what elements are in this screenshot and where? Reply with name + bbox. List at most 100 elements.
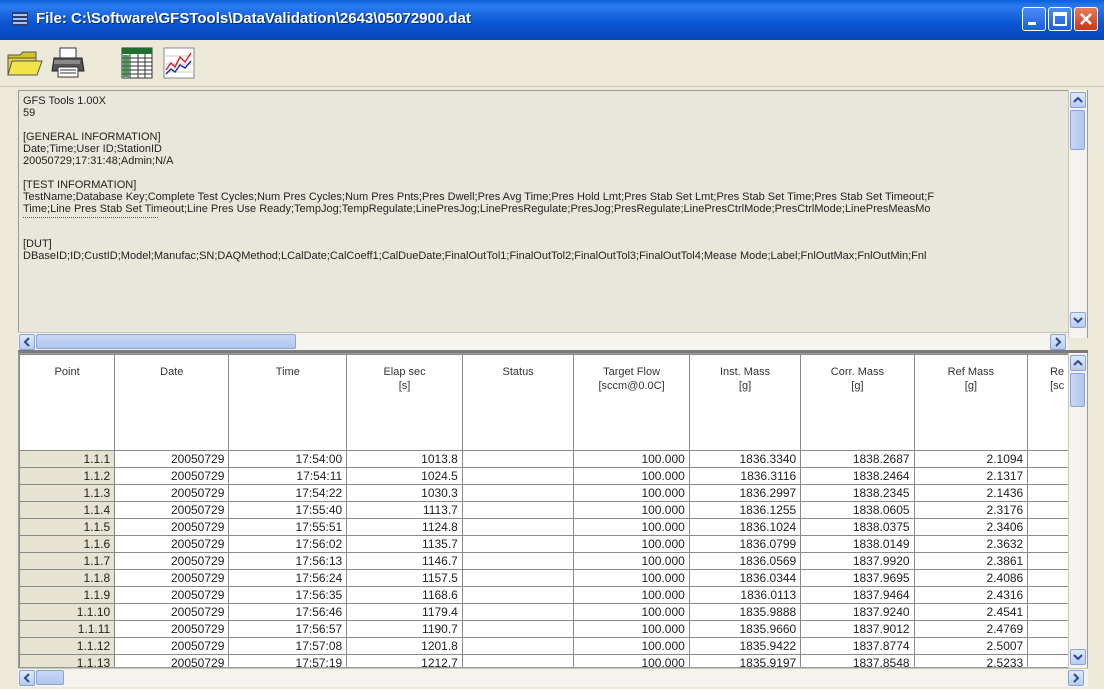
point-cell[interactable]: 1.1.2 (19, 467, 116, 485)
table-cell[interactable] (461, 501, 575, 519)
table-cell[interactable]: 20050729 (114, 467, 230, 485)
table-cell[interactable]: 1838.0149 (800, 535, 915, 553)
table-cell[interactable]: 1837.8548 (800, 654, 915, 667)
point-cell[interactable]: 1.1.8 (19, 569, 116, 587)
table-cell[interactable]: 1838.0605 (800, 501, 915, 519)
table-cell[interactable]: 100.000 (573, 467, 690, 485)
point-cell[interactable]: 1.1.11 (19, 620, 116, 638)
table-cell[interactable]: 1836.1024 (688, 518, 802, 536)
table-cell[interactable]: 1836.0799 (688, 535, 802, 553)
table-cell[interactable] (461, 654, 575, 667)
table-cell[interactable]: 1836.1255 (688, 501, 802, 519)
table-cell[interactable]: 17:54:22 (228, 484, 348, 502)
table-row[interactable]: 1.1.12 20050729 17:57:08 1201.8 100.000 1835.… (19, 637, 1087, 655)
table-cell[interactable] (461, 552, 575, 570)
table-cell[interactable]: 1024.5 (346, 467, 463, 485)
table-cell[interactable]: 1837.9240 (800, 603, 915, 621)
point-cell[interactable]: 1.1.13 (19, 654, 116, 667)
column-header[interactable]: Inst. Mass [g] (688, 354, 802, 451)
table-cell[interactable]: 1179.4 (346, 603, 463, 621)
point-cell[interactable]: 1.1.3 (19, 484, 116, 502)
table-cell[interactable]: 1837.9920 (800, 552, 915, 570)
table-row[interactable]: 1.1.10 20050729 17:56:46 1179.4 100.000 1835.… (19, 603, 1087, 621)
table-cell[interactable]: 100.000 (573, 484, 690, 502)
table-cell[interactable]: 2.1317 (913, 467, 1029, 485)
table-cell[interactable]: 1168.6 (346, 586, 463, 604)
table-cell[interactable]: 2.3632 (913, 535, 1029, 553)
table-cell[interactable]: 100.000 (573, 620, 690, 638)
table-cell[interactable]: 1835.9422 (688, 637, 802, 655)
table-cell[interactable]: 1837.9695 (800, 569, 915, 587)
minimize-button[interactable] (1022, 7, 1046, 31)
table-vertical-thumb[interactable] (1070, 373, 1085, 407)
table-cell[interactable] (461, 484, 575, 502)
table-cell[interactable]: 1212.7 (346, 654, 463, 667)
table-cell[interactable]: 1013.8 (346, 450, 463, 468)
table-cell[interactable]: 20050729 (114, 484, 230, 502)
scroll-right-icon[interactable] (1068, 670, 1084, 686)
table-cell[interactable] (461, 620, 575, 638)
table-cell[interactable] (461, 535, 575, 553)
info-pane[interactable]: GFS Tools 1.00X 59 [GENERAL INFORMATION]… (18, 90, 1088, 338)
table-cell[interactable]: 2.4769 (913, 620, 1029, 638)
point-cell[interactable]: 1.1.1 (19, 450, 116, 468)
table-row[interactable]: 1.1.13 20050729 17:57:19 1212.7 100.000 1835.… (19, 654, 1087, 667)
table-cell[interactable]: 20050729 (114, 535, 230, 553)
point-cell[interactable]: 1.1.5 (19, 518, 116, 536)
table-horizontal-scrollbar[interactable] (18, 668, 1088, 687)
table-cell[interactable] (461, 569, 575, 587)
table-cell[interactable]: 20050729 (114, 569, 230, 587)
table-cell[interactable]: 1157.5 (346, 569, 463, 587)
scroll-up-icon[interactable] (1070, 355, 1086, 371)
table-cell[interactable]: 1837.9464 (800, 586, 915, 604)
table-vertical-scrollbar[interactable] (1068, 353, 1087, 668)
table-cell[interactable]: 100.000 (573, 654, 690, 667)
table-cell[interactable]: 1835.9888 (688, 603, 802, 621)
table-row[interactable]: 1.1.4 20050729 17:55:40 1113.7 100.000 1836.1… (19, 501, 1087, 519)
table-cell[interactable]: 17:55:51 (228, 518, 348, 536)
data-grid[interactable]: Point Date Time Elap sec [s] Status Target Flo… (18, 353, 1088, 668)
open-folder-icon[interactable] (6, 45, 44, 81)
column-header[interactable]: Target Flow [sccm@0.0C] (573, 354, 690, 451)
table-cell[interactable]: 20050729 (114, 552, 230, 570)
table-cell[interactable]: 1836.2997 (688, 484, 802, 502)
table-cell[interactable]: 17:56:24 (228, 569, 348, 587)
table-cell[interactable]: 1030.3 (346, 484, 463, 502)
scroll-down-icon[interactable] (1070, 312, 1086, 328)
table-cell[interactable]: 17:56:46 (228, 603, 348, 621)
table-cell[interactable]: 100.000 (573, 501, 690, 519)
table-row[interactable]: 1.1.6 20050729 17:56:02 1135.7 100.000 1836.0… (19, 535, 1087, 553)
table-cell[interactable]: 17:55:40 (228, 501, 348, 519)
table-cell[interactable]: 1201.8 (346, 637, 463, 655)
column-header[interactable]: Status (461, 354, 575, 451)
column-header[interactable]: Date (114, 354, 230, 451)
point-cell[interactable]: 1.1.7 (19, 552, 116, 570)
table-cell[interactable]: 2.1436 (913, 484, 1029, 502)
table-cell[interactable]: 20050729 (114, 501, 230, 519)
table-cell[interactable]: 100.000 (573, 603, 690, 621)
table-cell[interactable]: 1836.0344 (688, 569, 802, 587)
table-cell[interactable]: 1836.0569 (688, 552, 802, 570)
point-cell[interactable]: 1.1.12 (19, 637, 116, 655)
table-cell[interactable]: 2.4086 (913, 569, 1029, 587)
table-cell[interactable]: 20050729 (114, 586, 230, 604)
table-cell[interactable]: 20050729 (114, 450, 230, 468)
scroll-left-icon[interactable] (19, 670, 35, 686)
chart-icon[interactable] (160, 45, 198, 81)
table-cell[interactable]: 2.3861 (913, 552, 1029, 570)
table-cell[interactable]: 2.5007 (913, 637, 1029, 655)
point-cell[interactable]: 1.1.10 (19, 603, 116, 621)
close-button[interactable] (1074, 7, 1098, 31)
table-icon[interactable] (118, 45, 156, 81)
table-cell[interactable]: 100.000 (573, 586, 690, 604)
table-cell[interactable] (461, 603, 575, 621)
table-cell[interactable]: 1837.8774 (800, 637, 915, 655)
table-cell[interactable]: 1838.2687 (800, 450, 915, 468)
table-cell[interactable]: 1835.9197 (688, 654, 802, 667)
table-row[interactable]: 1.1.8 20050729 17:56:24 1157.5 100.000 1836.0… (19, 569, 1087, 587)
info-horizontal-scrollbar[interactable] (18, 332, 1068, 351)
print-icon[interactable] (50, 45, 88, 81)
table-cell[interactable] (461, 518, 575, 536)
table-row[interactable]: 1.1.2 20050729 17:54:11 1024.5 100.000 1836.3… (19, 467, 1087, 485)
table-cell[interactable]: 100.000 (573, 569, 690, 587)
